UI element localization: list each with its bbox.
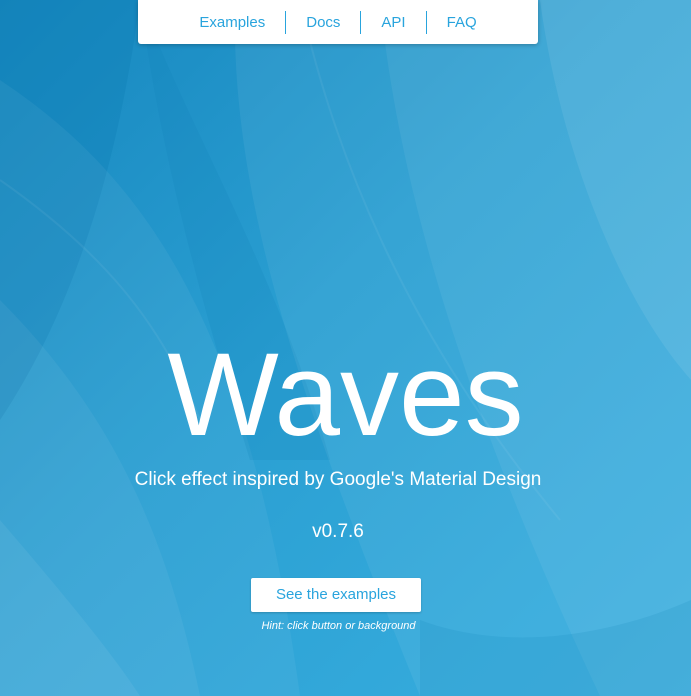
hint-text: Hint: click button or background [261, 620, 416, 632]
nav-link-docs[interactable]: Docs [285, 10, 360, 34]
hero-title: Waves [167, 329, 524, 461]
nav-link-api[interactable]: API [360, 10, 425, 34]
hero-subtitle: Click effect inspired by Google's Materi… [134, 469, 542, 490]
nav-link-faq[interactable]: FAQ [425, 10, 497, 34]
version-label: v0.7.6 [312, 521, 364, 542]
top-navigation: Examples Docs API FAQ [138, 0, 538, 44]
see-examples-button[interactable]: See the examples [251, 578, 421, 612]
nav-link-examples[interactable]: Examples [179, 11, 285, 34]
